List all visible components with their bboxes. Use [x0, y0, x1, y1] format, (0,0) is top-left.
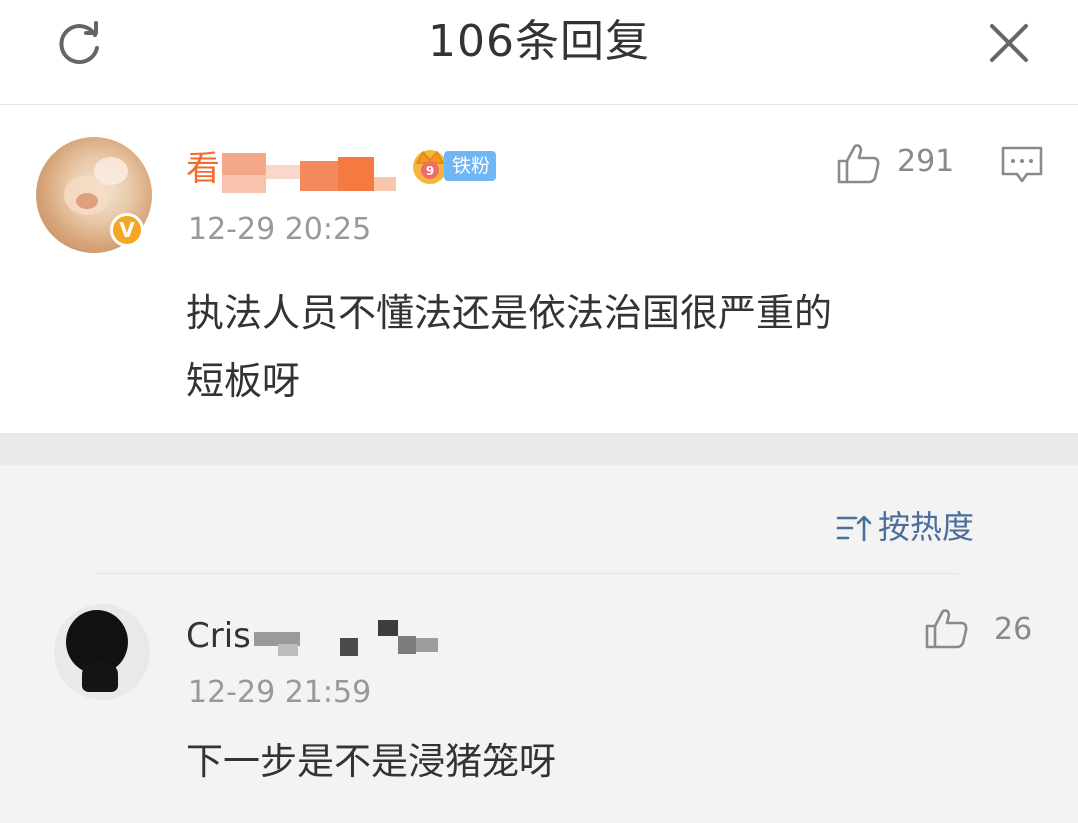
close-icon[interactable] — [984, 18, 1034, 68]
reply-timestamp: 12-29 21:59 — [188, 675, 372, 710]
comment-content-line-2: 短板呀 — [186, 359, 301, 403]
svg-text:9: 9 — [426, 164, 434, 178]
section-divider — [0, 433, 1078, 465]
like-count: 291 — [897, 144, 955, 179]
sort-icon[interactable] — [836, 512, 872, 544]
fan-badge-label: 铁粉 — [444, 151, 497, 181]
verified-badge-icon: V — [110, 213, 144, 247]
reply-content: 下一步是不是浸猪笼呀 — [186, 740, 556, 783]
comment-content-line-1: 执法人员不懂法还是依法治国很严重的 — [186, 291, 833, 335]
reply-like-count: 26 — [994, 612, 1033, 647]
reply-avatar[interactable] — [54, 604, 150, 700]
reply-item: Cris 12-29 21:59 26 下一步是不是浸猪笼呀 — [0, 574, 1078, 823]
main-comment: V 看 9 铁粉 12-29 20:25 291 执法人员不懂法还是依法治国很严… — [0, 105, 1078, 433]
sort-by-hot-button[interactable]: 按热度 — [878, 506, 974, 548]
fan-badge: 9 铁粉 — [408, 143, 504, 187]
reply-username[interactable]: Cris — [186, 616, 251, 656]
comment-username[interactable]: 看 — [186, 149, 220, 189]
reply-like-icon[interactable] — [924, 606, 970, 650]
page-title: 106条回复 — [428, 16, 650, 67]
comment-timestamp: 12-29 20:25 — [188, 212, 372, 247]
comment-icon[interactable] — [1000, 145, 1044, 185]
header-bar: 106条回复 — [0, 0, 1078, 105]
username-mosaic — [222, 153, 266, 175]
like-icon[interactable] — [836, 141, 882, 185]
